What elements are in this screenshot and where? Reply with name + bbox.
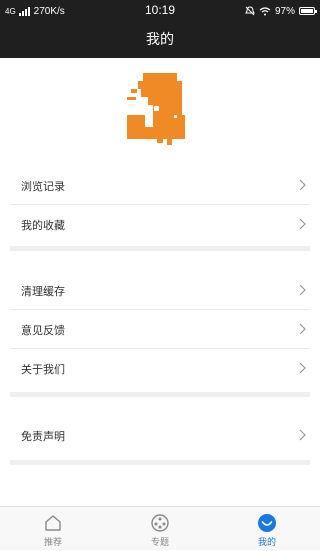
section-separator — [10, 246, 310, 251]
chevron-right-icon — [299, 429, 306, 441]
chevron-right-icon — [299, 284, 306, 296]
chevron-right-icon — [299, 323, 306, 335]
menu-group-legal: 免责声明 — [0, 416, 320, 455]
menu-item-label: 免责声明 — [21, 430, 65, 443]
menu-item-disclaimer[interactable]: 免责声明 — [10, 416, 310, 455]
chevron-right-icon — [299, 362, 306, 374]
profile-smile-icon — [258, 514, 276, 532]
tab-label: 我的 — [257, 538, 276, 548]
menu-item-label: 关于我们 — [21, 363, 65, 376]
chevron-right-icon — [299, 218, 306, 230]
section-separator — [10, 392, 310, 397]
home-icon — [45, 515, 61, 531]
menu-group-settings: 清理缓存 意见反馈 关于我们 — [0, 271, 320, 388]
bottom-tab-bar: 推荐 专题 我的 — [0, 506, 320, 550]
battery-icon — [299, 7, 317, 15]
nav-header: 我的 — [0, 22, 320, 58]
menu-item-label: 我的收藏 — [21, 219, 65, 232]
menu-item-label: 浏览记录 — [21, 180, 65, 193]
menu-item-feedback[interactable]: 意见反馈 — [10, 310, 310, 349]
tab-topics[interactable]: 专题 — [107, 507, 213, 551]
status-right: 97% — [245, 4, 317, 18]
status-bar: 4G 270K/s 10:19 97% — [0, 0, 320, 22]
menu-item-label: 清理缓存 — [21, 285, 65, 298]
menu-item-clear-cache[interactable]: 清理缓存 — [10, 271, 310, 310]
tab-recommend[interactable]: 推荐 — [0, 507, 106, 551]
section-separator — [10, 460, 310, 465]
alarm-off-icon — [245, 6, 255, 16]
menu-item-about-us[interactable]: 关于我们 — [10, 349, 310, 388]
menu-item-label: 意见反馈 — [21, 324, 65, 337]
wifi-icon — [259, 6, 271, 15]
chevron-right-icon — [299, 179, 306, 191]
battery-fill — [301, 9, 313, 13]
j-logo-icon — [127, 73, 185, 145]
menu-item-browse-history[interactable]: 浏览记录 — [10, 166, 310, 205]
menu-group-history: 浏览记录 我的收藏 — [0, 166, 320, 244]
tab-mine[interactable]: 我的 — [214, 507, 320, 551]
battery-percent: 97% — [274, 5, 295, 17]
topic-icon — [151, 514, 169, 532]
menu-item-favorites[interactable]: 我的收藏 — [10, 205, 310, 244]
page-title: 我的 — [146, 32, 174, 48]
tab-label: 专题 — [150, 538, 169, 548]
tab-label: 推荐 — [43, 538, 62, 548]
